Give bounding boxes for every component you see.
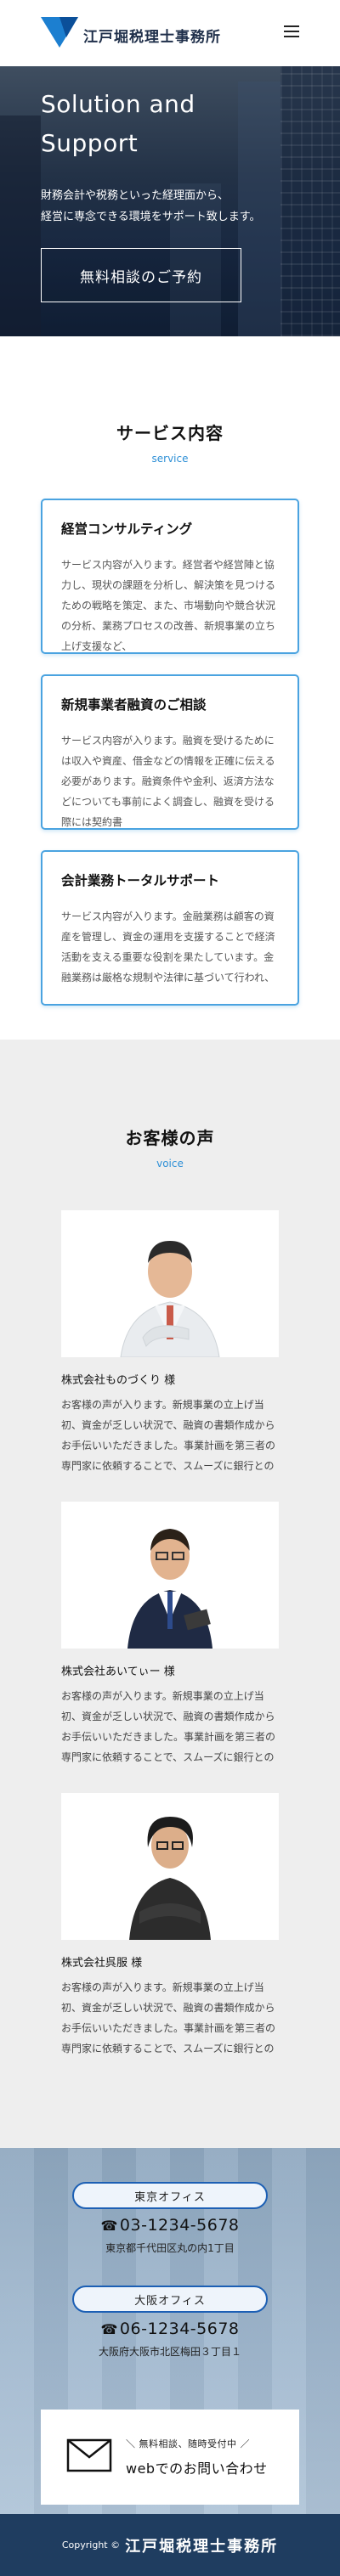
site-header: 江戸堀税理士事務所: [0, 0, 340, 66]
tel-number: 03-1234-5678: [119, 2216, 240, 2235]
hero-section: Solution and Support 財務会計や税務といった経理面から、 経…: [0, 66, 340, 336]
service-card[interactable]: 新規事業者融資のご相談 サービス内容が入ります。融資を受けるためには収入や資産、…: [41, 674, 299, 830]
osaka-office: 大阪オフィス ☎ 06-1234-5678 大阪府大阪市北区梅田３丁目１: [0, 2286, 340, 2359]
office-label-tokyo: 東京オフィス: [72, 2182, 268, 2209]
service-card-title: 会計業務トータルサポート: [61, 873, 220, 888]
office-label-osaka: 大阪オフィス: [72, 2286, 268, 2313]
voice-item: 株式会社呉服 様 お客様の声が入ります。新規事業の立上げ当初、資金が乏しい状況で…: [61, 1793, 279, 2059]
mail-icon: [66, 2438, 112, 2476]
customer-name: 株式会社ものづくり 様: [61, 1374, 176, 1387]
web-contact-button[interactable]: ＼ 無料相談、随時受付中 ／ webでのお問い合わせ: [41, 2410, 299, 2505]
customer-photo: [61, 1793, 279, 1940]
site-footer: Copyright © 江戸堀税理士事務所: [0, 2514, 340, 2576]
voice-section: お客様の声 voice 株式会社ものづくり 様 お客様の声が入ります。新規事業の…: [0, 1040, 340, 2148]
reservation-button[interactable]: 無料相談のご予約: [41, 248, 241, 302]
site-logo[interactable]: 江戸堀税理士事務所: [41, 17, 221, 48]
customer-name: 株式会社呉服 様: [61, 1957, 143, 1970]
copyright: Copyright ©: [61, 2539, 121, 2551]
office-address-osaka: 大阪府大阪市北区梅田３丁目１: [98, 2346, 241, 2358]
service-card-text: サービス内容が入ります。経営者や経営陣と協力し、現状の課題を分析し、解決策を見つ…: [61, 559, 276, 652]
office-tel-tokyo[interactable]: ☎ 03-1234-5678: [0, 2216, 340, 2235]
contact-section: 東京オフィス ☎ 03-1234-5678 東京都千代田区丸の内1丁目 大阪オフィ…: [0, 2148, 340, 2514]
phone-icon: ☎: [100, 2321, 118, 2337]
tel-number: 06-1234-5678: [119, 2320, 240, 2338]
office-tel-osaka[interactable]: ☎ 06-1234-5678: [0, 2320, 340, 2338]
customer-photo: [61, 1210, 279, 1357]
service-card-text: サービス内容が入ります。融資を受けるためには収入や資産、借金などの情報を正確に伝…: [61, 735, 275, 828]
service-card-text: サービス内容が入ります。金融業務は顧客の資産を管理し、資金の運用を支援することで…: [61, 910, 275, 984]
hamburger-icon[interactable]: [284, 25, 299, 37]
logo-mark-icon: [41, 17, 78, 48]
voice-list: 株式会社ものづくり 様 お客様の声が入ります。新規事業の立上げ当初、資金が乏しい…: [0, 1210, 340, 2059]
voice-subtitle: voice: [156, 1158, 184, 1170]
service-card-title: 新規事業者融資のご相談: [61, 697, 207, 713]
customer-name: 株式会社あいてぃー 様: [61, 1666, 175, 1678]
web-contact-label: webでのお問い合わせ: [126, 2460, 268, 2477]
tokyo-office: 東京オフィス ☎ 03-1234-5678 東京都千代田区丸の内1丁目: [0, 2182, 340, 2255]
hero-text-line2: 経営に専念できる環境をサポート致します。: [41, 211, 261, 223]
hero-title-line1: Solution and: [41, 90, 196, 118]
hero-title: Solution and Support: [41, 85, 196, 163]
service-card[interactable]: 会計業務トータルサポート サービス内容が入ります。金融業務は顧客の資産を管理し、…: [41, 850, 299, 1006]
customer-comment: お客様の声が入ります。新規事業の立上げ当初、資金が乏しい状況で、融資の書類作成か…: [61, 1690, 276, 1763]
phone-icon: ☎: [100, 2218, 118, 2234]
service-card-title: 経営コンサルティング: [61, 521, 193, 537]
services-subtitle: service: [151, 453, 189, 465]
footer-logo-text: 江戸堀税理士事務所: [125, 2537, 279, 2556]
voice-title: お客様の声: [125, 1128, 215, 1148]
customer-photo: [61, 1502, 279, 1649]
customer-comment: お客様の声が入ります。新規事業の立上げ当初、資金が乏しい状況で、融資の書類作成か…: [61, 1399, 276, 1472]
hero-title-line2: Support: [41, 129, 139, 157]
office-address-tokyo: 東京都千代田区丸の内1丁目: [105, 2242, 235, 2254]
voice-item: 株式会社あいてぃー 様 お客様の声が入ります。新規事業の立上げ当初、資金が乏しい…: [61, 1502, 279, 1767]
web-contact-note: ＼ 無料相談、随時受付中 ／: [126, 2438, 250, 2449]
service-list: 経営コンサルティング サービス内容が入ります。経営者や経営陣と協力し、現状の課題…: [0, 499, 340, 1006]
services-section: サービス内容 service 経営コンサルティング サービス内容が入ります。経営…: [0, 336, 340, 1040]
services-title: サービス内容: [116, 423, 224, 443]
hero-text-line1: 財務会計や税務といった経理面から、: [41, 189, 230, 202]
customer-comment: お客様の声が入ります。新規事業の立上げ当初、資金が乏しい状況で、融資の書類作成か…: [61, 1981, 276, 2055]
voice-item: 株式会社ものづくり 様 お客様の声が入ります。新規事業の立上げ当初、資金が乏しい…: [61, 1210, 279, 1476]
logo-text: 江戸堀税理士事務所: [83, 28, 221, 46]
hero-text: 財務会計や税務といった経理面から、 経営に専念できる環境をサポート致します。: [41, 185, 313, 228]
service-card[interactable]: 経営コンサルティング サービス内容が入ります。経営者や経営陣と協力し、現状の課題…: [41, 499, 299, 654]
